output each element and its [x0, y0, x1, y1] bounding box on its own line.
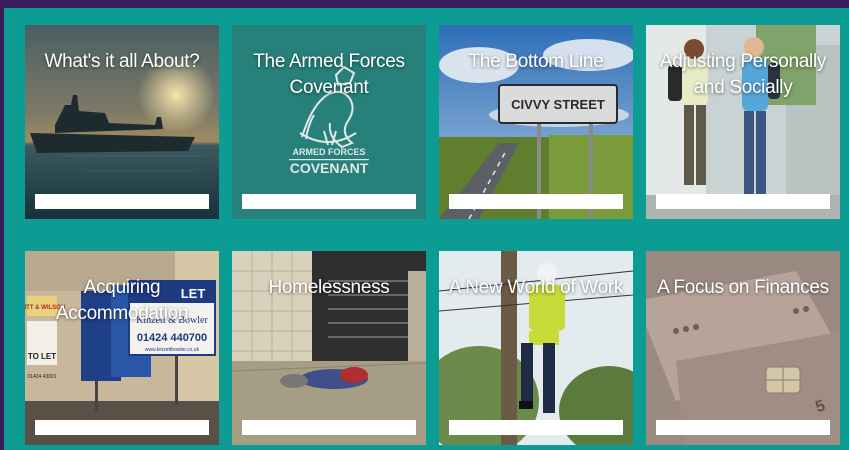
- card-bar[interactable]: [449, 420, 623, 435]
- sign-text: www.kinzettbowler.co.uk: [145, 347, 200, 353]
- card-bar[interactable]: [449, 194, 623, 209]
- logo-text-armed-forces: ARMED FORCES: [292, 147, 365, 157]
- sign-text: TO LET: [28, 352, 56, 361]
- card-title: A Focus on Finances: [657, 277, 829, 298]
- card-bar[interactable]: [656, 420, 830, 435]
- card-acquiring-accommodation[interactable]: TO LET WITT & WILSON 01424 43001 LET Kin…: [25, 251, 219, 445]
- card-whats-it-all-about[interactable]: What's it all About?: [25, 25, 219, 219]
- card-title: The Armed Forces Covenant: [253, 51, 405, 98]
- card-new-world-of-work[interactable]: A New World of Work: [439, 251, 633, 445]
- card-homelessness[interactable]: Homelessness: [232, 251, 426, 445]
- card-bar[interactable]: [35, 194, 209, 209]
- card-title: The Bottom Line: [468, 51, 604, 72]
- card-title: A New World of Work: [448, 277, 624, 298]
- card-the-bottom-line[interactable]: CIVVY STREET The Bottom Line: [439, 25, 633, 219]
- card-adjusting-personally[interactable]: Adjusting Personally and Socially: [646, 25, 840, 219]
- sign-text: CIVVY STREET: [511, 97, 605, 112]
- card-focus-on-finances[interactable]: 5 A Focus on Finances: [646, 251, 840, 445]
- card-bar[interactable]: [35, 420, 209, 435]
- card-bar[interactable]: [242, 420, 416, 435]
- logo-text-covenant: COVENANT: [290, 160, 369, 176]
- sign-text: 01424 440700: [137, 332, 207, 344]
- card-bar[interactable]: [242, 194, 416, 209]
- card-title: What's it all About?: [44, 51, 200, 72]
- card-bar[interactable]: [656, 194, 830, 209]
- card-armed-forces-covenant[interactable]: ARMED FORCES COVENANT The Armed Forces C…: [232, 25, 426, 219]
- card-title: Acquiring Accommodation: [55, 277, 189, 324]
- card-title: Homelessness: [268, 277, 390, 298]
- card-title: Adjusting Personally and Socially: [659, 51, 827, 98]
- sign-text: 01424 43001: [27, 374, 56, 380]
- content-panel: What's it all About? ARMED FORCES COVENA…: [4, 8, 849, 450]
